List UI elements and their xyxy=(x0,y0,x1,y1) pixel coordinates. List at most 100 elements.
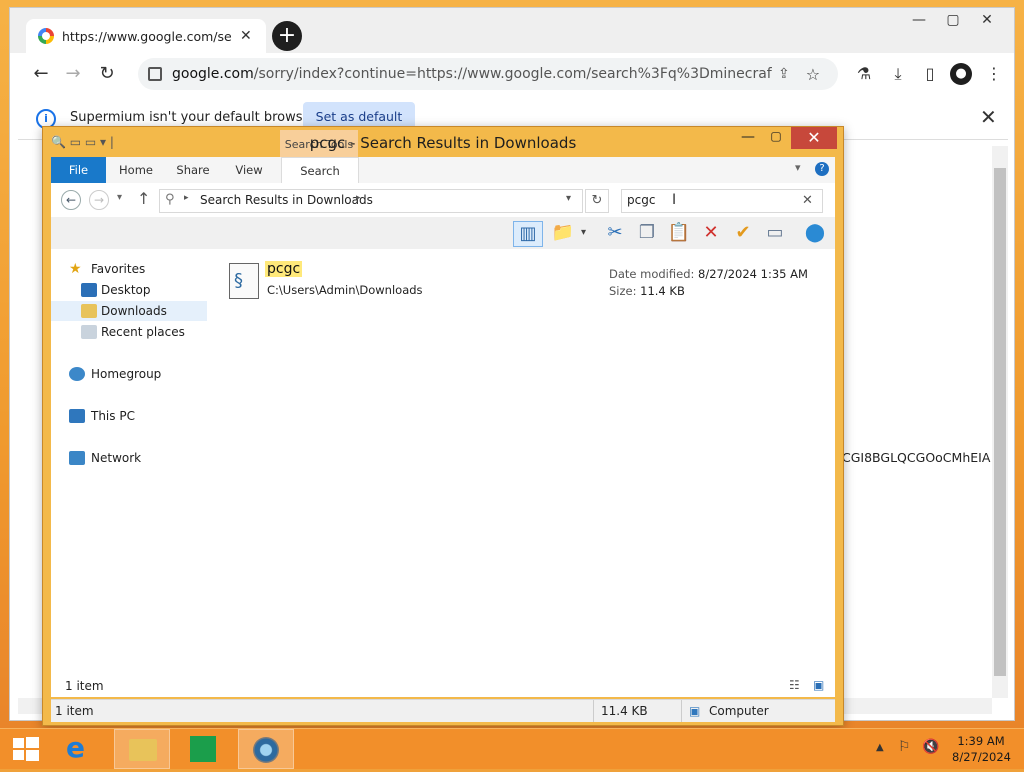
tab-close-icon[interactable]: ✕ xyxy=(240,28,252,44)
address-bar[interactable]: google.com/sorry/index?continue=https://… xyxy=(138,58,838,90)
start-button[interactable] xyxy=(0,729,56,769)
store-icon xyxy=(190,736,216,762)
details-view-icon[interactable]: ☷ xyxy=(789,678,800,692)
help-icon[interactable]: ? xyxy=(815,162,829,176)
breadcrumb[interactable]: Search Results in Downloads xyxy=(200,193,373,207)
explorer-minimize-button[interactable]: — xyxy=(735,129,761,149)
tab-search[interactable]: Search xyxy=(281,157,359,184)
browser-maximize-button[interactable]: ▢ xyxy=(936,12,970,32)
delete-icon[interactable]: ✕ xyxy=(697,221,725,245)
paste-icon[interactable]: 📋 xyxy=(665,221,693,245)
side-panel-icon[interactable]: ▯ xyxy=(918,62,942,86)
properties-icon[interactable]: 📁 xyxy=(549,221,577,245)
tab-view[interactable]: View xyxy=(225,157,273,183)
windows-logo-icon xyxy=(13,737,39,761)
supermium-icon xyxy=(253,737,279,763)
nav-favorites[interactable]: ★ Favorites xyxy=(51,259,207,279)
ribbon-tabs: File Home Share View Search ▾ ? xyxy=(51,157,835,184)
explorer-address-bar[interactable]: ⚲ ▸ Search Results in Downloads ▸ ▾ xyxy=(159,189,583,213)
clear-search-icon[interactable]: ✕ xyxy=(802,193,813,208)
explorer-refresh-icon[interactable]: ↻ xyxy=(585,189,609,213)
browser-vertical-scrollbar[interactable] xyxy=(992,146,1008,698)
taskbar-file-explorer[interactable] xyxy=(114,729,170,769)
explorer-titlebar: 🔍 ▭ ▭ ▾ | Search Tools pcgc - Search Res… xyxy=(43,127,843,157)
profile-avatar-icon[interactable]: ● xyxy=(950,63,972,85)
forward-arrow-icon[interactable]: → xyxy=(60,62,86,86)
url-text: google.com/sorry/index?continue=https://… xyxy=(172,66,772,82)
nav-recent-places[interactable]: Recent places xyxy=(51,322,207,342)
text-cursor-icon: I xyxy=(672,192,677,208)
rename-check-icon[interactable]: ✔ xyxy=(729,221,757,245)
open-location-icon[interactable]: ⬤ xyxy=(801,221,829,245)
menu-kebab-icon[interactable]: ⋮ xyxy=(982,62,1006,86)
nav-network[interactable]: Network xyxy=(51,448,207,468)
recent-locations-chevron-icon[interactable]: ▾ xyxy=(117,192,122,203)
command-toolbar: ▥ 📁 ▾ ✂ ❐ 📋 ✕ ✔ ▭ ⬤ xyxy=(51,217,835,250)
browser-minimize-button[interactable]: — xyxy=(902,12,936,32)
clock-time: 1:39 AM xyxy=(957,734,1005,748)
search-magnifier-icon: ⚲ xyxy=(165,192,175,207)
address-dropdown-icon[interactable]: ▾ xyxy=(566,193,571,204)
downloads-folder-icon xyxy=(81,304,97,318)
search-value: pcgc xyxy=(627,193,656,207)
explorer-maximize-button[interactable]: ▢ xyxy=(763,129,789,149)
result-date-modified: Date modified: 8/27/2024 1:35 AM xyxy=(609,267,808,281)
labs-flask-icon[interactable]: ⚗ xyxy=(852,62,876,86)
explorer-forward-icon[interactable]: → xyxy=(89,190,109,210)
tab-share[interactable]: Share xyxy=(167,157,219,183)
new-tab-button[interactable]: + xyxy=(272,21,302,51)
explorer-title: pcgc - Search Results in Downloads xyxy=(309,134,577,152)
breadcrumb-arrow-icon[interactable]: ▸ xyxy=(356,193,361,203)
browser-close-button[interactable]: ✕ xyxy=(970,12,1004,32)
properties-dropdown-icon[interactable]: ▾ xyxy=(581,227,586,238)
cut-icon[interactable]: ✂ xyxy=(601,221,629,245)
reload-icon[interactable]: ↻ xyxy=(94,62,120,86)
lock-icon xyxy=(148,67,162,81)
nav-homegroup[interactable]: Homegroup xyxy=(51,364,207,384)
system-clock[interactable]: 1:39 AM 8/27/2024 xyxy=(952,733,1011,765)
nav-this-pc[interactable]: This PC xyxy=(51,406,207,426)
nav-desktop[interactable]: Desktop xyxy=(51,280,207,300)
tab-home[interactable]: Home xyxy=(111,157,161,183)
google-favicon-icon xyxy=(38,28,54,44)
file-explorer-window: 🔍 ▭ ▭ ▾ | Search Tools pcgc - Search Res… xyxy=(42,126,844,726)
internet-explorer-icon: e xyxy=(66,731,85,764)
explorer-search-input[interactable]: pcgc I ✕ xyxy=(621,189,823,213)
download-icon[interactable]: ⤓ xyxy=(886,62,910,86)
infobar-message: Supermium isn't your default browser xyxy=(70,110,316,125)
select-icon[interactable]: ▭ xyxy=(761,221,789,245)
taskbar-browser[interactable] xyxy=(238,729,294,769)
explorer-close-button[interactable]: ✕ xyxy=(791,127,837,149)
search-result-item[interactable]: § pcgc C:\Users\Admin\Downloads Date mod… xyxy=(209,249,835,309)
status-size: 11.4 KB xyxy=(601,704,648,718)
action-center-flag-icon[interactable]: ⚐ xyxy=(898,739,911,755)
status-computer-icon: ▣ xyxy=(689,704,701,718)
result-file-path: C:\Users\Admin\Downloads xyxy=(267,283,423,297)
preview-pane-icon[interactable]: ▥ xyxy=(513,221,543,247)
show-hidden-icons-icon[interactable]: ▲ xyxy=(876,742,884,753)
breadcrumb-separator-icon: ▸ xyxy=(184,193,189,203)
explorer-back-icon[interactable]: ← xyxy=(61,190,81,210)
tab-file[interactable]: File xyxy=(51,157,106,183)
infobar-close-icon[interactable]: ✕ xyxy=(980,105,997,129)
large-icons-view-icon[interactable]: ▣ xyxy=(813,678,824,692)
file-explorer-icon xyxy=(129,739,157,761)
up-arrow-icon[interactable]: ↑ xyxy=(137,189,150,208)
copy-icon[interactable]: ❐ xyxy=(633,221,661,245)
taskbar-store[interactable] xyxy=(176,729,232,769)
file-list: § pcgc C:\Users\Admin\Downloads Date mod… xyxy=(209,249,835,693)
taskbar-internet-explorer[interactable]: e xyxy=(54,729,110,769)
desktop-icon xyxy=(81,283,97,297)
status-item-count: 1 item xyxy=(55,704,94,718)
scrollbar-thumb[interactable] xyxy=(994,168,1006,676)
bookmark-star-icon[interactable]: ☆ xyxy=(806,65,820,84)
nav-downloads[interactable]: Downloads xyxy=(51,301,207,321)
back-arrow-icon[interactable]: ← xyxy=(28,62,54,86)
explorer-status-bar: 1 item 11.4 KB ▣ Computer xyxy=(51,699,835,722)
ribbon-expand-chevron-icon[interactable]: ▾ xyxy=(795,161,801,174)
explorer-inner-status-bar: 1 item ☷ ▣ xyxy=(51,677,835,697)
share-icon[interactable]: ⇪ xyxy=(778,66,790,82)
navigation-pane: ★ Favorites Desktop Downloads Recent pla… xyxy=(51,249,210,693)
volume-muted-icon[interactable]: 🔇 xyxy=(922,739,939,755)
browser-tab[interactable]: https://www.google.com/search ✕ xyxy=(26,19,266,53)
